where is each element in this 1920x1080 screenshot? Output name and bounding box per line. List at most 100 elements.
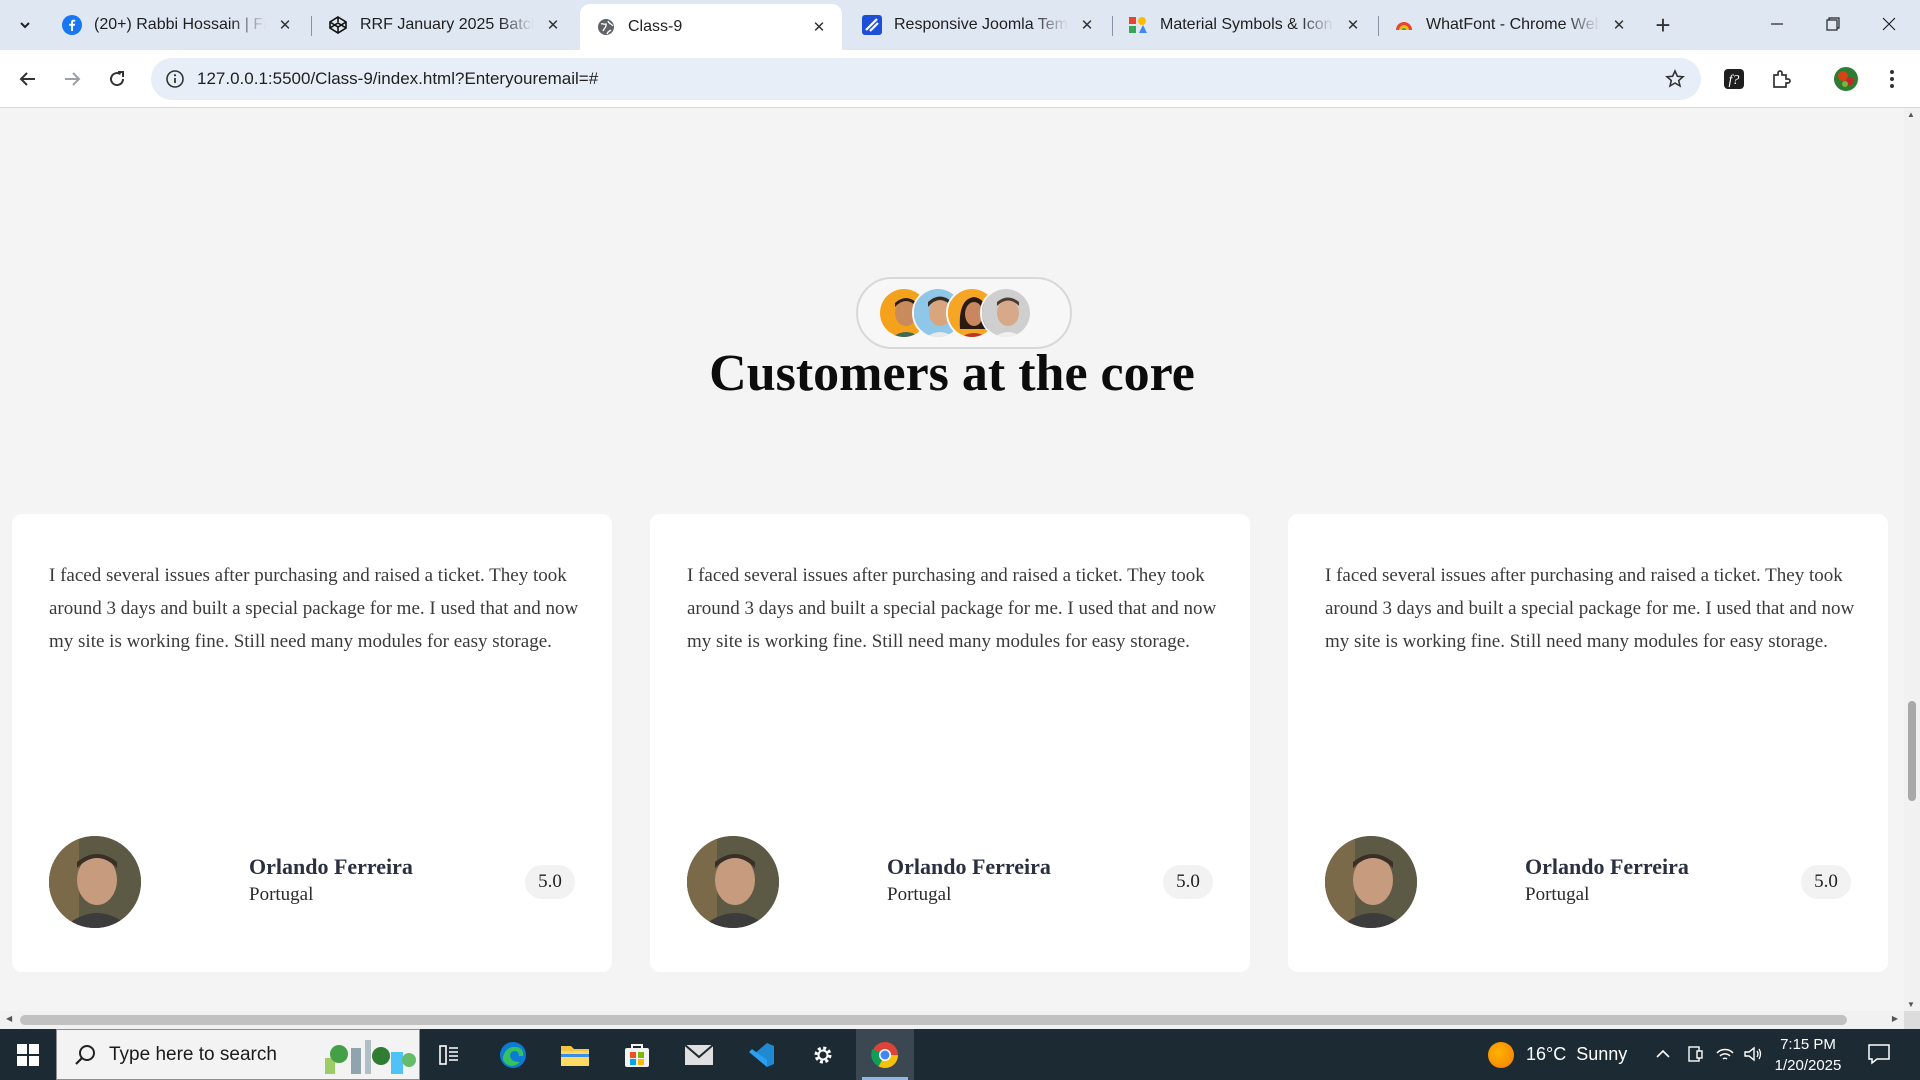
rating-badge: 5.0 — [1801, 865, 1851, 899]
tab-class-9[interactable]: Class-9 ✕ — [580, 4, 842, 50]
start-button[interactable] — [0, 1029, 56, 1080]
scroll-right-arrow-icon[interactable]: ▶ — [1892, 1014, 1898, 1023]
profile-avatar-icon[interactable] — [1830, 63, 1862, 95]
tab-material-symbols[interactable]: Material Symbols & Icons - Google Fonts … — [1112, 6, 1376, 44]
whatfont-extension-icon[interactable]: f? — [1718, 63, 1750, 95]
testimonial-quote: I faced several issues after purchasing … — [49, 565, 579, 652]
svg-text:f?: f? — [1729, 73, 1740, 88]
joomla-icon — [862, 15, 882, 35]
taskbar-microsoft-store[interactable] — [608, 1029, 666, 1080]
horizontal-scroll-thumb[interactable] — [20, 1015, 1847, 1025]
tab-facebook[interactable]: (20+) Rabbi Hossain | Facebook ✕ — [46, 6, 308, 44]
task-view-button[interactable] — [420, 1029, 478, 1080]
reviewer-name: Orlando Ferreira — [249, 854, 413, 879]
taskbar-file-explorer[interactable] — [546, 1029, 604, 1080]
tab-title: WhatFont - Chrome Web Store — [1426, 16, 1600, 33]
close-tab-icon[interactable]: ✕ — [1342, 14, 1364, 36]
tab-search-button[interactable] — [10, 11, 40, 39]
scrollbar-corner — [1904, 1011, 1920, 1029]
browser-menu-icon[interactable] — [1876, 63, 1908, 95]
codepen-icon — [328, 15, 348, 35]
close-tab-icon[interactable]: ✕ — [542, 14, 564, 36]
taskbar-mail[interactable] — [670, 1029, 728, 1080]
browser-tab-bar: (20+) Rabbi Hossain | Facebook ✕ RRF Jan… — [0, 0, 1920, 50]
testimonial-card: I faced several issues after purchasing … — [1288, 514, 1888, 972]
vertical-scrollbar[interactable]: ▲ ▼ — [1904, 108, 1920, 1011]
chevron-down-icon — [20, 22, 30, 29]
store-icon — [625, 1043, 649, 1067]
weather-widget[interactable]: 16°C Sunny — [1488, 1029, 1627, 1080]
forward-button[interactable] — [56, 63, 88, 95]
notifications-button[interactable] — [1866, 1041, 1892, 1067]
reviewer-photo — [687, 836, 779, 928]
minimize-icon — [1771, 23, 1783, 25]
scroll-up-arrow-icon[interactable]: ▲ — [1907, 110, 1915, 119]
restore-icon — [1826, 17, 1840, 31]
testimonial-quote: I faced several issues after purchasing … — [1325, 565, 1855, 652]
tab-rrf-batch-class[interactable]: RRF January 2025 Batch Class ✕ — [312, 6, 576, 44]
search-icon — [75, 1045, 95, 1065]
chrome-icon — [871, 1041, 899, 1068]
taskbar-settings[interactable] — [794, 1029, 852, 1080]
gear-icon — [814, 1046, 832, 1063]
reviewer-location: Portugal — [887, 884, 952, 905]
horizontal-scrollbar[interactable]: ◀ ▶ — [0, 1011, 1904, 1029]
reviewer-name: Orlando Ferreira — [887, 854, 1051, 879]
rating-badge: 5.0 — [525, 865, 575, 899]
taskbar-chrome[interactable] — [856, 1029, 914, 1080]
reviewer-photo — [49, 836, 141, 928]
rating-badge: 5.0 — [1163, 865, 1213, 899]
close-tab-icon[interactable]: ✕ — [1076, 14, 1098, 36]
network-icon[interactable] — [1714, 1043, 1736, 1065]
clock-date: 1/20/2025 — [1774, 1057, 1842, 1074]
minimize-button[interactable] — [1754, 6, 1800, 42]
tab-joomla-templates[interactable]: Responsive Joomla Templates ✕ — [846, 6, 1110, 44]
reviewer-photo — [1325, 836, 1417, 928]
extensions-puzzle-icon[interactable] — [1765, 63, 1797, 95]
google-fonts-icon — [1128, 15, 1148, 35]
arrow-right-icon — [65, 72, 81, 86]
site-info-icon[interactable] — [163, 67, 187, 91]
close-tab-icon[interactable]: ✕ — [1608, 14, 1630, 36]
customer-avatars-group — [856, 277, 1072, 349]
weather-text: 16°C Sunny — [1526, 1044, 1628, 1064]
task-view-icon — [439, 1044, 458, 1065]
close-tab-icon[interactable]: ✕ — [274, 14, 296, 36]
search-highlight-illustration — [325, 1040, 416, 1074]
vscode-icon — [749, 1042, 774, 1067]
bookmark-star-icon[interactable] — [1663, 67, 1687, 91]
section-title: Customers at the core — [709, 345, 1195, 402]
reload-button[interactable] — [101, 63, 133, 95]
taskbar-vscode[interactable] — [732, 1029, 790, 1080]
sun-icon — [1488, 1041, 1514, 1068]
close-tab-icon[interactable]: ✕ — [808, 16, 830, 38]
browser-toolbar: 127.0.0.1:5500/Class-9/index.html?Entery… — [0, 50, 1920, 108]
reviewer-location: Portugal — [249, 884, 314, 905]
show-hidden-icons-button[interactable] — [1652, 1043, 1674, 1065]
windows-taskbar: Type here to search 16°C Sunny 7:15 PM 1… — [0, 1029, 1920, 1080]
notification-icon — [1868, 1044, 1890, 1065]
close-window-button[interactable] — [1866, 6, 1912, 42]
tab-title: Class-9 — [628, 18, 683, 35]
folder-icon — [561, 1045, 589, 1066]
globe-icon — [596, 17, 616, 37]
taskbar-clock[interactable]: 7:15 PM 1/20/2025 — [1766, 1034, 1850, 1076]
address-bar[interactable]: 127.0.0.1:5500/Class-9/index.html?Entery… — [151, 58, 1701, 100]
edge-icon — [500, 1041, 526, 1068]
tab-title: (20+) Rabbi Hossain | Facebook — [94, 16, 266, 33]
reload-icon — [110, 71, 125, 87]
tab-whatfont[interactable]: WhatFont - Chrome Web Store ✕ — [1378, 6, 1642, 44]
scroll-left-arrow-icon[interactable]: ◀ — [6, 1014, 12, 1023]
taskbar-search-box[interactable]: Type here to search — [56, 1029, 420, 1080]
tray-device-icon[interactable] — [1684, 1043, 1706, 1065]
tab-title: RRF January 2025 Batch Class — [360, 16, 534, 33]
taskbar-edge[interactable] — [484, 1029, 542, 1080]
new-tab-button[interactable]: + — [1648, 10, 1678, 40]
scroll-down-arrow-icon[interactable]: ▼ — [1907, 1000, 1915, 1009]
restore-button[interactable] — [1810, 6, 1856, 42]
vertical-scroll-thumb[interactable] — [1908, 701, 1916, 801]
volume-icon[interactable] — [1742, 1043, 1764, 1065]
customer-avatar — [980, 287, 1032, 339]
url-text: 127.0.0.1:5500/Class-9/index.html?Entery… — [197, 69, 599, 88]
back-button[interactable] — [12, 63, 44, 95]
